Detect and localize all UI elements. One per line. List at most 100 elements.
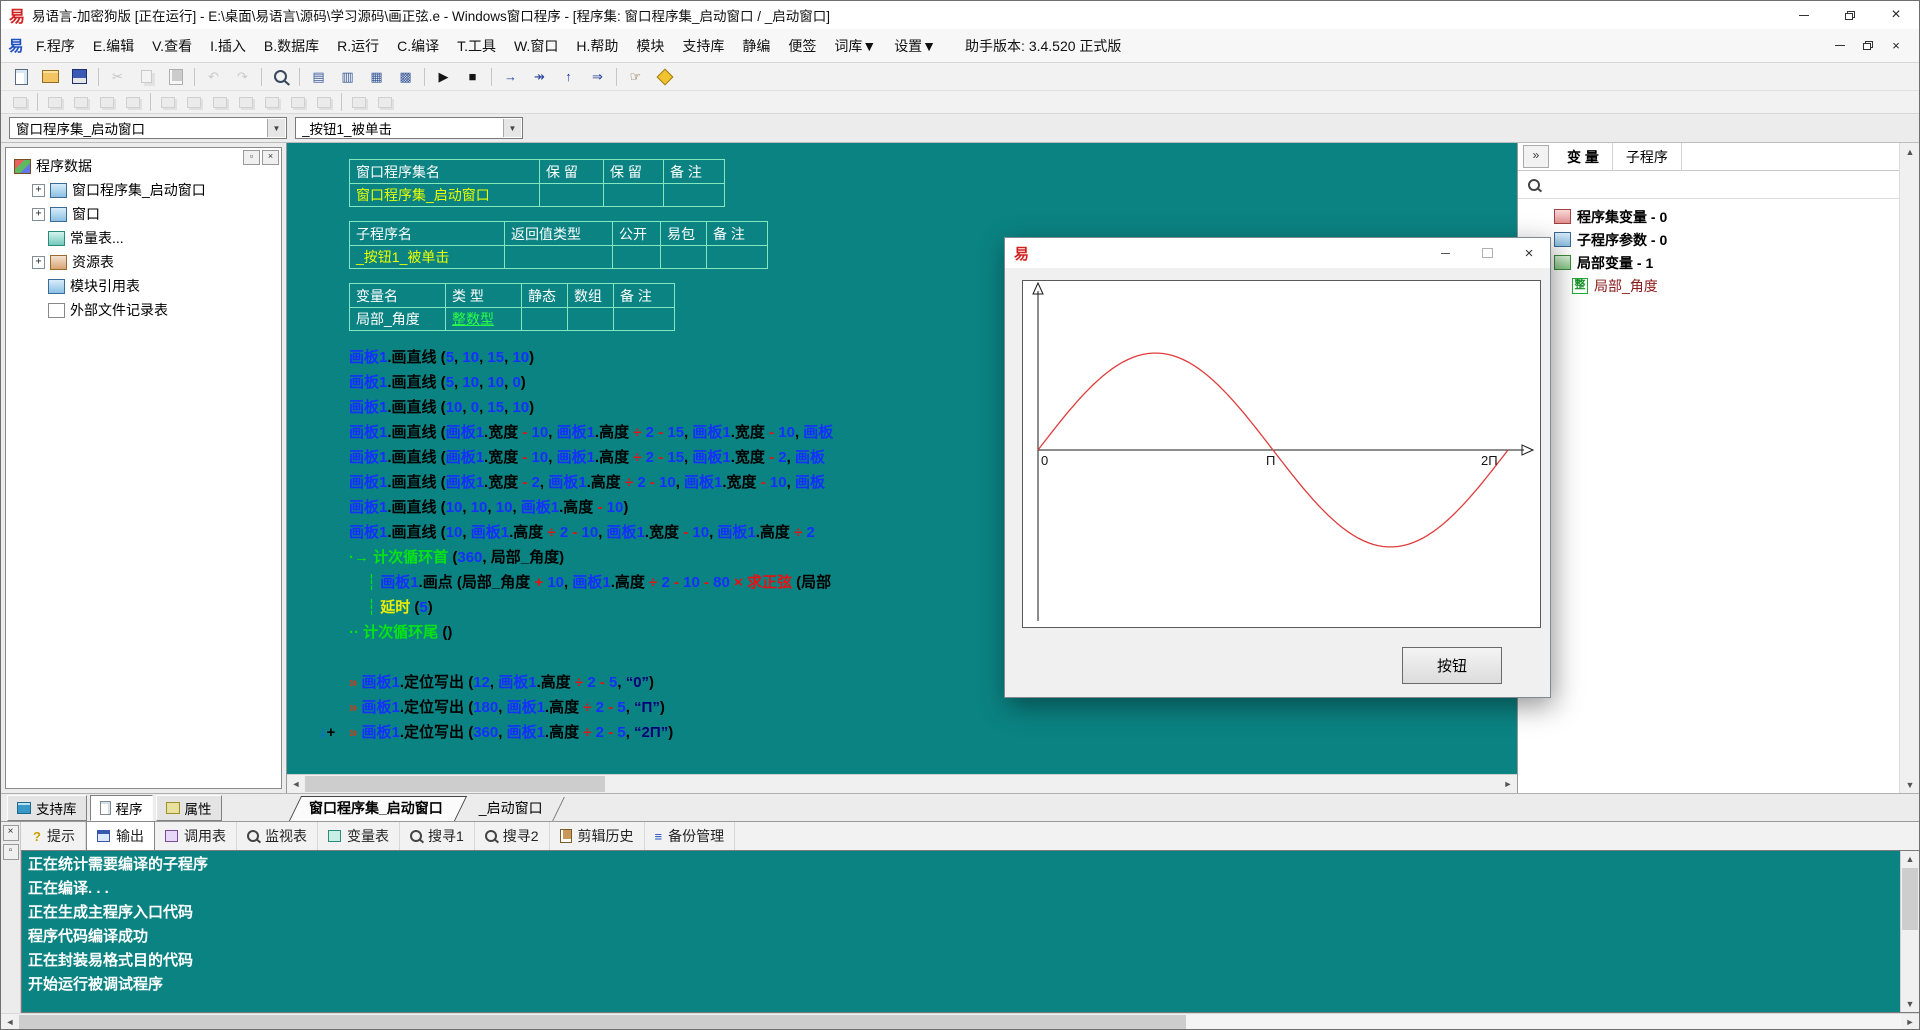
snap-grid-button[interactable] xyxy=(7,91,33,113)
code-line[interactable]: ↓+» 画板1.定位写出 (360, 画板1.高度 ÷ 2 - 5, “2Π”) xyxy=(287,720,1517,745)
close-button[interactable]: × xyxy=(1508,238,1550,268)
table-cell[interactable]: 窗口程序集_启动窗口 xyxy=(349,183,539,207)
table-cell[interactable] xyxy=(521,307,567,331)
dropdown-arrow-icon[interactable]: ▼ xyxy=(267,119,285,137)
scroll-up-button[interactable]: ▲ xyxy=(1900,143,1920,160)
expand-icon[interactable]: + xyxy=(32,184,45,197)
step-over-button[interactable]: ↠ xyxy=(525,64,554,90)
right-panel-scrollbar[interactable]: ▲ ▼ xyxy=(1899,143,1920,793)
menu-item[interactable]: I.插入 xyxy=(201,31,255,61)
pin-panel-button[interactable]: ▫ xyxy=(243,150,260,165)
close-output-panel-button[interactable]: × xyxy=(3,825,19,841)
dropdown-arrow-icon[interactable]: ▼ xyxy=(503,119,521,137)
same-width-button[interactable] xyxy=(259,91,285,113)
scroll-right-button[interactable]: ► xyxy=(1901,1014,1919,1030)
variables-search-box[interactable] xyxy=(1518,171,1899,199)
mdi-minimize-button[interactable] xyxy=(1827,36,1853,56)
menu-item[interactable]: F.程序 xyxy=(27,31,84,61)
align-bottom-button[interactable] xyxy=(120,91,146,113)
bottom-tab-备份管理[interactable]: ≡备份管理 xyxy=(645,822,736,850)
assembly-combobox[interactable]: 窗口程序集_启动窗口 ▼ xyxy=(9,117,287,139)
expand-icon[interactable]: + xyxy=(32,256,45,269)
window-split-v-button[interactable]: ▦ xyxy=(362,64,391,90)
variable-tree-item[interactable]: 程序集变量 - 0 xyxy=(1518,205,1899,228)
align-right-button[interactable] xyxy=(68,91,94,113)
file-tab[interactable]: 窗口程序集_启动窗口 xyxy=(297,794,467,821)
scroll-left-button[interactable]: ◄ xyxy=(1,1014,19,1030)
save-file-button[interactable] xyxy=(65,64,94,90)
step-out-button[interactable]: ↑ xyxy=(554,64,583,90)
redo-button[interactable]: ↷ xyxy=(228,64,257,90)
run-special-button[interactable] xyxy=(650,64,679,90)
table-cell[interactable] xyxy=(660,245,706,269)
scrollbar-thumb[interactable] xyxy=(19,1015,1186,1029)
table-cell[interactable] xyxy=(663,183,725,207)
run-button[interactable]: ▶ xyxy=(429,64,458,90)
run-to-cursor-button[interactable]: ⇒ xyxy=(583,64,612,90)
scrollbar-track[interactable] xyxy=(305,775,1499,793)
file-tab[interactable]: _启动窗口 xyxy=(467,794,567,821)
panel-tab-properties[interactable]: 属性 xyxy=(156,795,222,821)
table-cell[interactable] xyxy=(603,183,663,207)
dock-output-panel-button[interactable]: ▫ xyxy=(3,844,19,860)
table-cell[interactable] xyxy=(613,307,675,331)
align-left-button[interactable] xyxy=(42,91,68,113)
table-cell[interactable] xyxy=(706,245,768,269)
variable-tree-item[interactable]: 子程序参数 - 0 xyxy=(1518,228,1899,251)
bottom-scrollbar[interactable]: ◄ ► xyxy=(1,1013,1919,1030)
minimize-button[interactable] xyxy=(1781,1,1827,29)
copy-button[interactable] xyxy=(132,64,161,90)
maximize-button[interactable] xyxy=(1466,238,1508,268)
menu-item[interactable]: 设置▼ xyxy=(885,31,945,61)
stop-button[interactable]: ■ xyxy=(458,64,487,90)
bottom-tab-输出[interactable]: 输出 xyxy=(86,821,155,851)
subroutine-combobox[interactable]: _按钮1_被单击 ▼ xyxy=(295,117,523,139)
table-cell[interactable] xyxy=(612,245,660,269)
variable-tree-item[interactable]: 局部变量 - 1 xyxy=(1518,251,1899,274)
find-button[interactable] xyxy=(266,64,295,90)
table-cell[interactable]: _按钮1_被单击 xyxy=(349,245,504,269)
menu-item[interactable]: B.数据库 xyxy=(255,31,328,61)
table-cell[interactable] xyxy=(567,307,613,331)
menu-item[interactable]: 支持库 xyxy=(673,31,733,61)
center-vertical-button[interactable] xyxy=(181,91,207,113)
table-cell[interactable]: 整数型 xyxy=(445,307,521,331)
bottom-tab-提示[interactable]: ?提示 xyxy=(23,822,86,850)
menu-item[interactable]: E.编辑 xyxy=(84,31,143,61)
mdi-restore-button[interactable] xyxy=(1855,36,1881,56)
window-arrange-button[interactable]: ▩ xyxy=(391,64,420,90)
bring-to-front-button[interactable] xyxy=(346,91,372,113)
table-cell[interactable]: 局部_角度 xyxy=(349,307,445,331)
menu-item[interactable]: R.运行 xyxy=(328,31,388,61)
scrollbar-thumb[interactable] xyxy=(305,776,605,792)
code-horizontal-scrollbar[interactable]: ◄ ► xyxy=(287,774,1517,793)
pan-button[interactable]: ☞ xyxy=(621,64,650,90)
tree-item[interactable]: 模块引用表 xyxy=(6,274,281,298)
same-size-button[interactable] xyxy=(311,91,337,113)
scroll-down-button[interactable]: ▼ xyxy=(1901,996,1919,1012)
window-cascade-button[interactable]: ▤ xyxy=(304,64,333,90)
output-scrollbar[interactable]: ▲ ▼ xyxy=(1900,851,1919,1012)
mdi-close-button[interactable]: × xyxy=(1883,36,1909,56)
scroll-down-button[interactable]: ▼ xyxy=(1900,776,1920,793)
menu-item[interactable]: C.编译 xyxy=(388,31,448,61)
menu-item[interactable]: 模块 xyxy=(627,31,673,61)
menu-item[interactable]: V.查看 xyxy=(143,31,201,61)
center-horizontal-button[interactable] xyxy=(155,91,181,113)
tree-item[interactable]: 常量表... xyxy=(6,226,281,250)
restore-button[interactable] xyxy=(1827,1,1873,29)
menu-item[interactable]: W.窗口 xyxy=(505,31,567,61)
variable-tree-item[interactable]: 整局部_角度 xyxy=(1518,274,1899,297)
new-file-button[interactable] xyxy=(7,64,36,90)
right-panel-tab[interactable]: 变 量 xyxy=(1554,143,1613,171)
scroll-up-button[interactable]: ▲ xyxy=(1901,851,1919,867)
panel-tab-support-lib[interactable]: 支持库 xyxy=(7,795,87,821)
scrollbar-track[interactable] xyxy=(19,1014,1901,1030)
menu-item[interactable]: T.工具 xyxy=(448,31,505,61)
minimize-button[interactable] xyxy=(1424,238,1466,268)
send-to-back-button[interactable] xyxy=(372,91,398,113)
bottom-tab-搜寻2[interactable]: 搜寻2 xyxy=(475,822,550,850)
tree-item[interactable]: 外部文件记录表 xyxy=(6,298,281,322)
menu-item[interactable]: 词库▼ xyxy=(825,31,885,61)
step-into-button[interactable]: → xyxy=(496,64,525,90)
